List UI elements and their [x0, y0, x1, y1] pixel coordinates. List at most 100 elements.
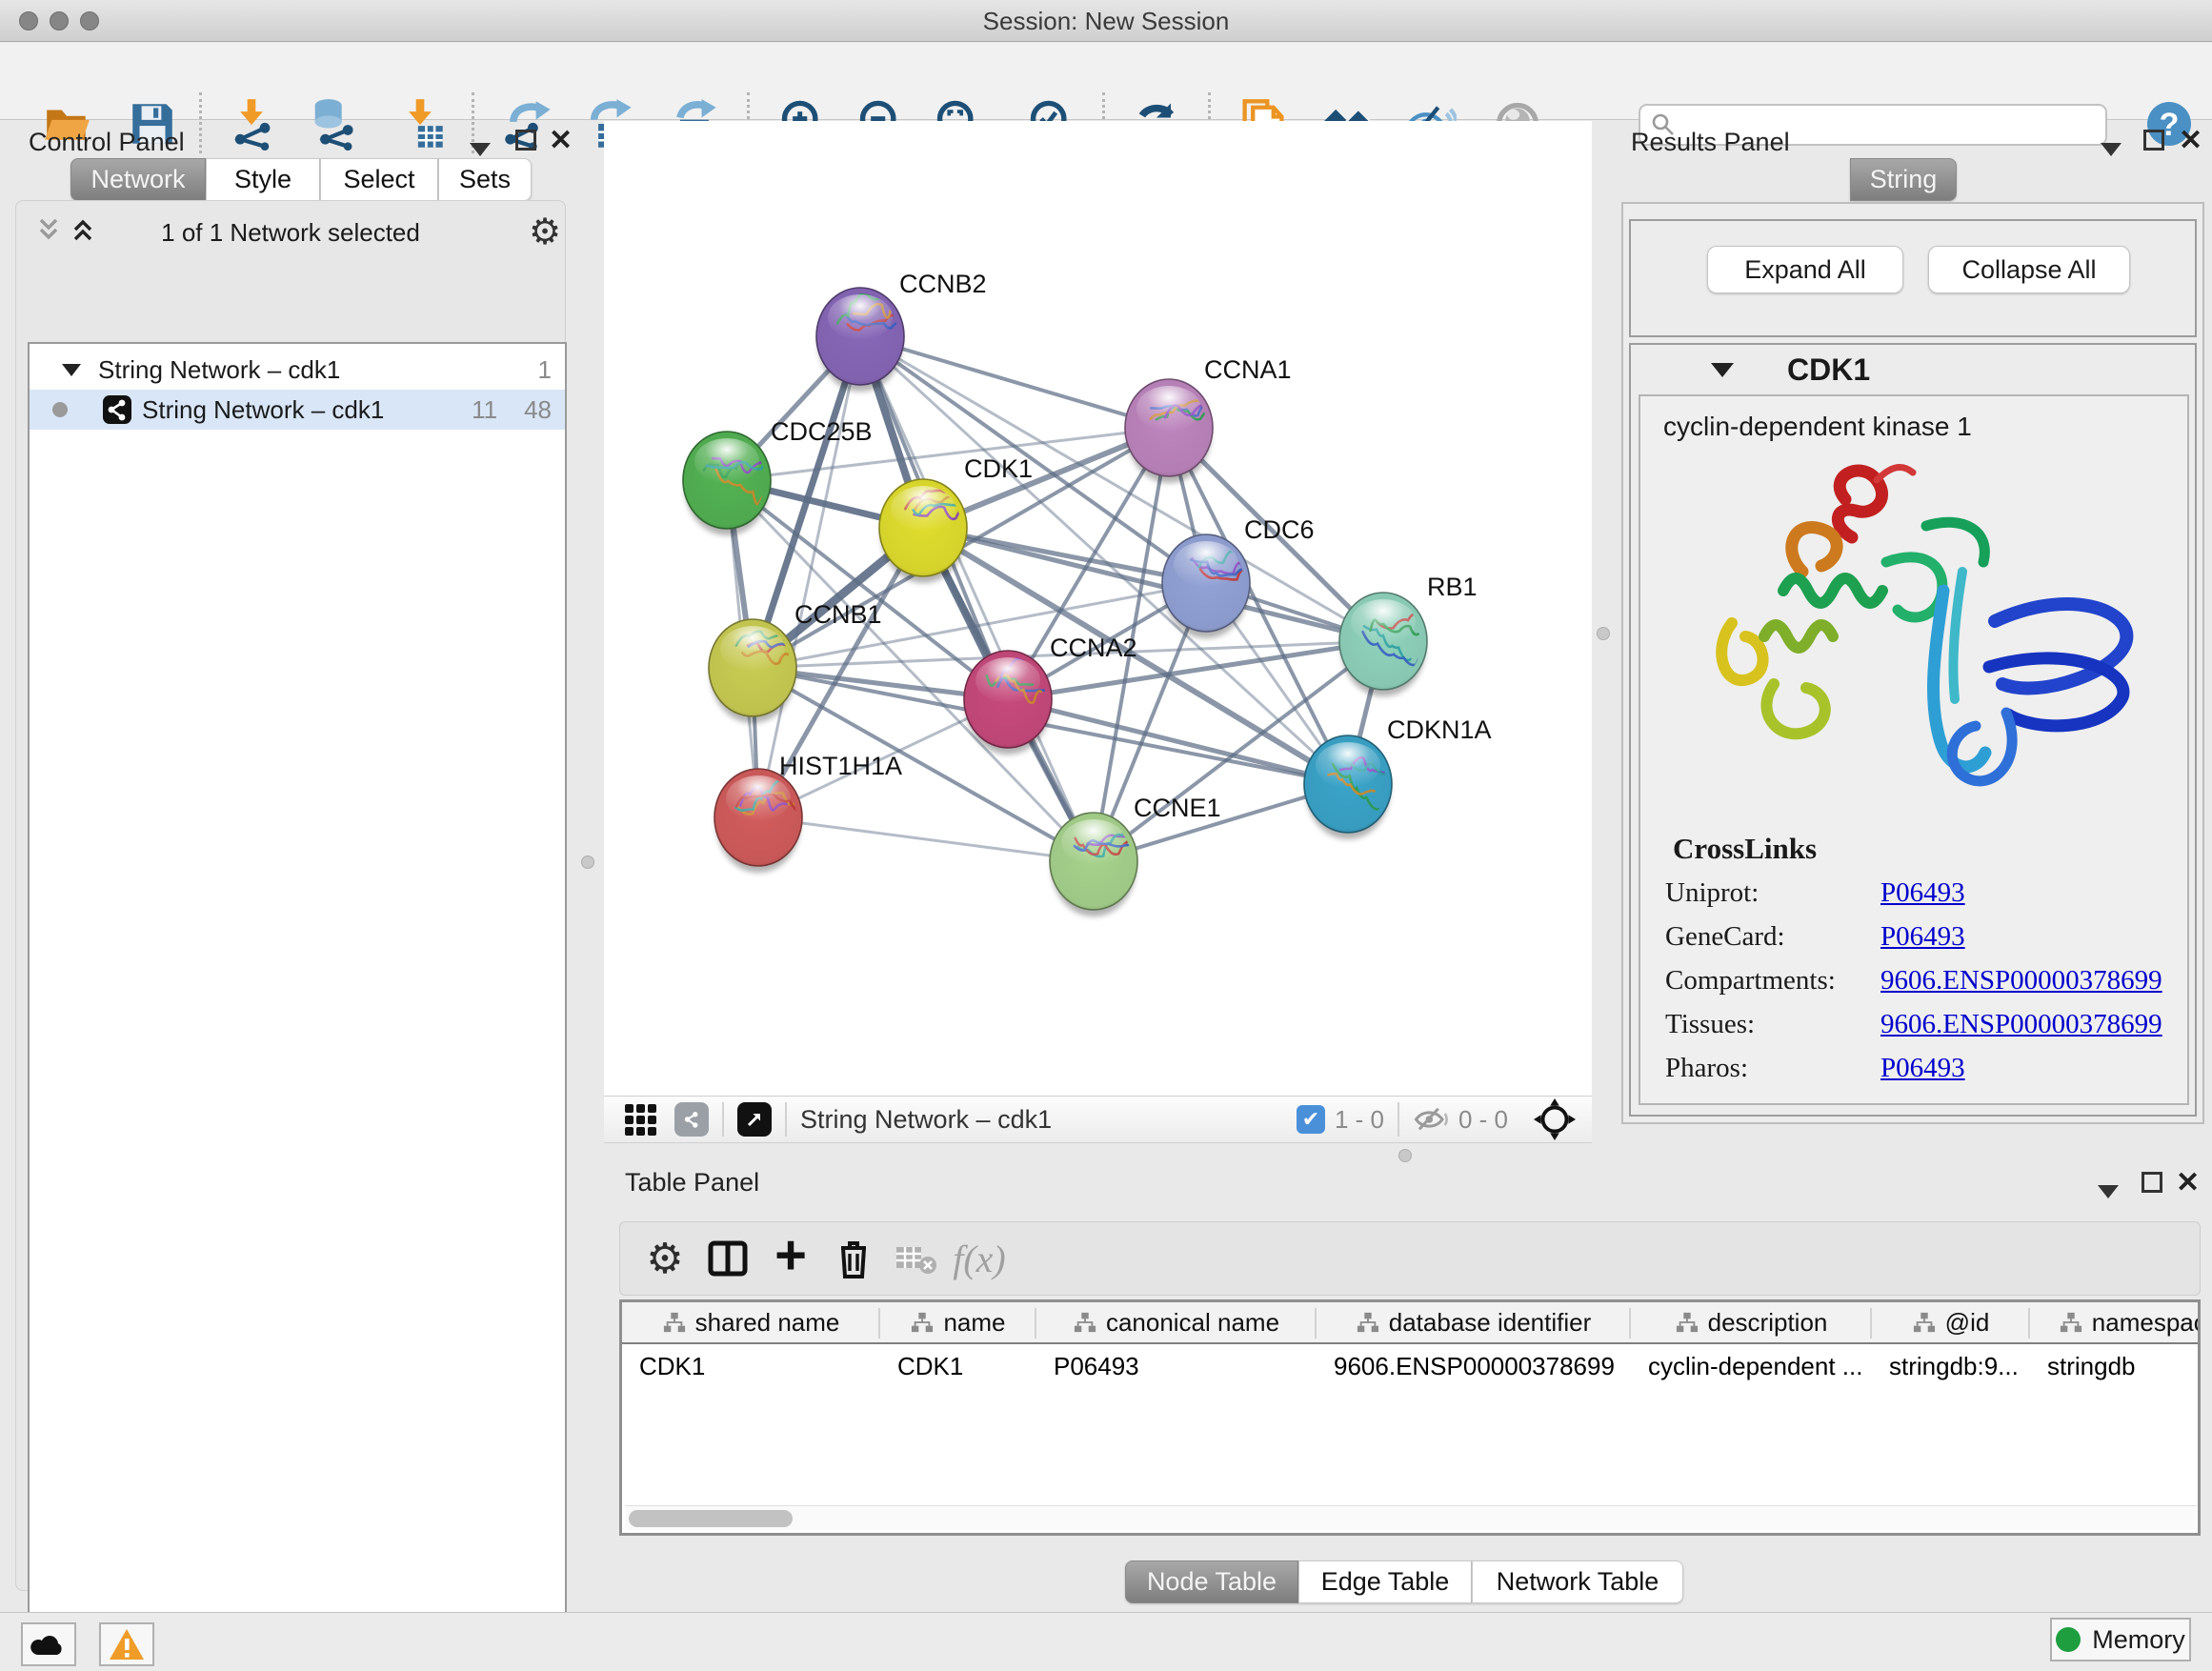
network-options-gear-icon[interactable]: ⚙ [529, 211, 561, 253]
node-label: CCNE1 [1134, 794, 1221, 822]
fit-selection-crosshair-icon[interactable] [1533, 1097, 1577, 1141]
tab-network-table[interactable]: Network Table [1472, 1560, 1683, 1603]
grid-view-icon[interactable] [623, 1100, 661, 1138]
results-panel-close-button[interactable]: ✕ [2179, 125, 2202, 156]
crosslink-pharos-link[interactable]: P06493 [1880, 1053, 1965, 1084]
node-label: CCNB2 [899, 270, 987, 298]
cell-4[interactable]: cyclin-dependent ... [1648, 1352, 1866, 1381]
attribute-tree-icon [663, 1311, 686, 1334]
string-results-content: Expand All Collapse All CDK1 cyclin-depe… [1621, 202, 2204, 1124]
network-node-CCNE1[interactable]: CCNE1 [1050, 794, 1221, 916]
section-collapse-icon[interactable] [1711, 363, 1734, 377]
table-options-gear-icon[interactable]: ⚙ [633, 1228, 696, 1289]
tab-edge-table[interactable]: Edge Table [1298, 1560, 1472, 1603]
table-panel-title: Table Panel [625, 1168, 759, 1198]
network-share-view-icon[interactable] [674, 1102, 709, 1137]
network-label: String Network – cdk1 [142, 395, 384, 425]
cell-6[interactable]: stringdb [2047, 1352, 2201, 1381]
network-node-CDKN1A[interactable]: CDKN1A [1304, 715, 1492, 839]
tree-expand-icon[interactable] [62, 364, 81, 376]
gene-name: CDK1 [1787, 352, 1870, 388]
column-header-3[interactable]: database identifier [1317, 1302, 1631, 1344]
column-header-6[interactable]: namespace [2030, 1302, 2201, 1344]
tab-node-table[interactable]: Node Table [1125, 1560, 1298, 1603]
tab-style[interactable]: Style [206, 158, 320, 201]
network-selected-status: 1 of 1 Network selected [16, 218, 565, 248]
add-column-icon[interactable]: + [759, 1228, 822, 1289]
node-label: CDC6 [1244, 515, 1315, 544]
hidden-node-edge-counts: 0 - 0 [1458, 1105, 1508, 1135]
cell-5[interactable]: stringdb:9... [1889, 1352, 2024, 1381]
network-status-dot-icon [52, 402, 68, 417]
title-bar: Session: New Session [0, 0, 2212, 42]
network-node-CCNB1[interactable]: CCNB1 [709, 600, 882, 723]
column-header-2[interactable]: canonical name [1036, 1302, 1317, 1344]
show-columns-icon[interactable] [696, 1228, 759, 1289]
toolbar-separator [1398, 1102, 1399, 1137]
cell-1[interactable]: CDK1 [897, 1352, 1031, 1381]
network-graph[interactable]: CCNB2CCNA1CDC25BCDK1CDC6RB1CCNB1CCNA2CDK… [604, 121, 1592, 1096]
network-node-RB1[interactable]: RB1 [1339, 573, 1478, 696]
warning-icon [108, 1627, 146, 1661]
delete-table-icon [885, 1228, 948, 1289]
control-panel-close-button[interactable]: ✕ [549, 125, 573, 156]
column-header-4[interactable]: description [1631, 1302, 1872, 1344]
delete-column-icon[interactable] [822, 1228, 885, 1289]
right-splitter-handle[interactable] [1597, 627, 1610, 640]
tab-sets[interactable]: Sets [438, 158, 532, 201]
main-toolbar: ? [0, 43, 2212, 120]
left-splitter-handle[interactable] [581, 856, 594, 869]
table-toolbar: ⚙ + f(x) [619, 1221, 2201, 1296]
tab-select[interactable]: Select [320, 158, 438, 201]
attribute-tree-icon [2060, 1311, 2082, 1334]
crosslink-tissues-link[interactable]: 9606.ENSP00000378699 [1880, 1009, 2162, 1040]
cell-3[interactable]: 9606.ENSP00000378699 [1334, 1352, 1625, 1381]
scrollbar-thumb[interactable] [629, 1510, 793, 1527]
gene-section-header[interactable]: CDK1 [1631, 345, 2195, 394]
crosslink-compartments-link[interactable]: 9606.ENSP00000378699 [1880, 965, 2162, 997]
table-panel-float-button[interactable] [2098, 1185, 2119, 1198]
attribute-tree-icon [1913, 1311, 1936, 1334]
results-panel-maximize-button[interactable] [2143, 130, 2164, 151]
horizontal-splitter-handle[interactable] [1398, 1149, 1412, 1162]
memory-button[interactable]: Memory [2050, 1618, 2191, 1661]
tab-network[interactable]: Network [70, 158, 206, 201]
cloud-icon [30, 1630, 68, 1659]
control-panel-float-button[interactable] [470, 143, 491, 156]
control-panel-maximize-button[interactable] [515, 130, 536, 151]
toolbar-separator [722, 1102, 724, 1137]
column-header-1[interactable]: name [880, 1302, 1036, 1344]
status-bar: Memory [0, 1612, 2212, 1671]
network-edges [727, 336, 1383, 861]
tab-string[interactable]: String [1850, 158, 1957, 201]
column-header-5[interactable]: @id [1872, 1302, 2030, 1344]
table-panel-close-button[interactable]: ✕ [2176, 1167, 2200, 1198]
cell-2[interactable]: P06493 [1054, 1352, 1311, 1381]
table-panel-maximize-button[interactable] [2142, 1172, 2162, 1193]
crosslink-uniprot-link[interactable]: P06493 [1880, 877, 1965, 909]
network-row[interactable]: String Network – cdk1 11 48 [30, 390, 565, 430]
column-header-0[interactable]: shared name [622, 1302, 880, 1344]
gene-section: CDK1 cyclin-dependent kinase 1 [1629, 343, 2197, 1117]
network-icon [102, 394, 132, 425]
warnings-button[interactable] [99, 1622, 154, 1666]
node-label: CDKN1A [1387, 715, 1492, 744]
cloud-status-button[interactable] [21, 1622, 76, 1666]
table-tabs: Node TableEdge TableNetwork Table [1125, 1560, 1683, 1612]
birdseye-view-icon[interactable] [737, 1102, 772, 1137]
expand-all-button[interactable]: Expand All [1707, 246, 1903, 293]
table-horizontal-scrollbar[interactable] [625, 1505, 2197, 1530]
network-collection-row[interactable]: String Network – cdk1 1 [30, 350, 565, 390]
crosslink-label: Uniprot: [1665, 877, 1759, 909]
attribute-tree-icon [1676, 1311, 1699, 1334]
network-node-HIST1H1A[interactable]: HIST1H1A [714, 752, 902, 873]
crosslink-genecard-link[interactable]: P06493 [1880, 921, 1965, 953]
collapse-all-button[interactable]: Collapse All [1928, 246, 2130, 293]
cell-0[interactable]: CDK1 [639, 1352, 875, 1381]
results-panel-float-button[interactable] [2101, 143, 2122, 156]
toolbar-separator [785, 1102, 787, 1137]
control-panel-title: Control Panel [29, 128, 185, 157]
node-label: CDC25B [771, 417, 873, 446]
network-canvas[interactable]: CCNB2CCNA1CDC25BCDK1CDC6RB1CCNB1CCNA2CDK… [604, 121, 1592, 1096]
selected-indicator-checkbox[interactable]: ✔ [1297, 1105, 1325, 1134]
